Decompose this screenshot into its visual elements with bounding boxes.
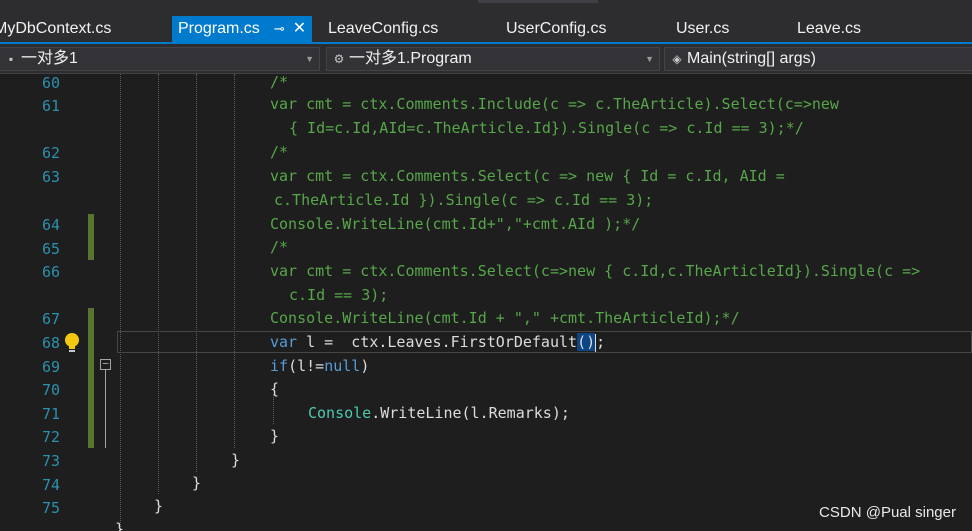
keyword-if: if (270, 357, 289, 375)
line-number-gutter: 60 61 62 63 64 65 66 67 68 69 70 71 72 7… (0, 74, 90, 531)
code-line-71[interactable]: Console.WriteLine(l.Remarks); (308, 402, 570, 424)
code-line-63-wrap[interactable]: c.TheArticle.Id }).Single(c => c.Id == 3… (274, 189, 653, 211)
keyword-null: null (324, 357, 361, 375)
tab-user[interactable]: User.cs (676, 16, 729, 42)
collapse-region-icon[interactable]: − (100, 358, 111, 370)
change-marker (88, 308, 94, 448)
tab-label: Leave.cs (797, 20, 862, 37)
tab-label: UserConfig.cs (506, 20, 607, 37)
change-marker (88, 214, 94, 260)
csharp-project-icon: ▪ (8, 52, 14, 66)
watermark: CSDN @Pual singer (819, 504, 956, 521)
line-number: 63 (41, 168, 60, 186)
code-text: (l!= (288, 357, 325, 375)
line-number: 61 (41, 97, 60, 115)
tab-userconfig[interactable]: UserConfig.cs (506, 16, 606, 42)
code-text: l = ctx.Leaves.FirstOrDefault (297, 333, 578, 351)
code-text: ) (360, 357, 370, 375)
document-tab-strip: MyDbContext.cs Program.cs ⊸ ✕ LeaveConfig.… (0, 0, 972, 44)
code-line-65[interactable]: /* (270, 236, 288, 258)
line-number: 69 (41, 358, 60, 376)
tab-leave[interactable]: Leave.cs (797, 16, 861, 42)
tab-label: Program.cs (178, 20, 260, 37)
chevron-down-icon: ▼ (305, 54, 314, 64)
method-icon: ◈ (672, 52, 682, 66)
code-line-75[interactable]: } (154, 495, 163, 517)
indent-guide (120, 74, 121, 531)
tab-program[interactable]: Program.cs ⊸ ✕ (172, 16, 313, 42)
code-editor[interactable]: 60 61 62 63 64 65 66 67 68 69 70 71 72 7… (0, 74, 972, 531)
chevron-down-icon: ▼ (645, 54, 654, 64)
class-icon: ⚙ (333, 52, 345, 66)
line-number: 70 (41, 381, 60, 399)
indent-guide (234, 74, 235, 448)
code-line-69[interactable]: if(l!=null) (270, 355, 369, 377)
type-console: Console (308, 404, 372, 422)
tab-label: LeaveConfig.cs (328, 20, 439, 37)
code-line-76[interactable]: } (115, 518, 124, 531)
indent-guide (196, 74, 197, 472)
indent-guide (158, 74, 159, 494)
tab-leaveconfig[interactable]: LeaveConfig.cs (328, 16, 438, 42)
lightbulb-icon[interactable] (63, 332, 81, 354)
code-line-68[interactable]: var l = ctx.Leaves.FirstOrDefault(); (270, 331, 605, 353)
line-number: 67 (41, 310, 60, 328)
code-text: .WriteLine(l.Remarks); (371, 404, 570, 422)
line-number: 72 (41, 428, 60, 446)
pin-icon[interactable]: ⊸ (274, 16, 285, 42)
visual-studio-window: MyDbContext.cs Program.cs ⊸ ✕ LeaveConfig.… (0, 0, 972, 531)
line-number: 66 (41, 263, 60, 281)
class-dropdown[interactable]: ⚙ 一对多1.Program ▼ (326, 47, 660, 71)
project-dropdown[interactable]: ▪ 一对多1 ▼ (0, 47, 320, 71)
line-number: 74 (41, 476, 60, 494)
code-text: ; (596, 333, 606, 351)
class-name: 一对多1.Program (349, 50, 472, 67)
code-line-72[interactable]: } (270, 425, 279, 447)
tab-label: MyDbContext.cs (0, 20, 112, 37)
line-number: 60 (41, 74, 60, 92)
code-line-74[interactable]: } (192, 472, 201, 494)
tab-strip-scroll-indicator (478, 0, 598, 3)
line-number: 65 (41, 240, 60, 258)
code-line-67[interactable]: Console.WriteLine(cmt.Id + "," +cmt.TheA… (270, 307, 740, 329)
line-number: 68 (41, 334, 60, 352)
matched-brace-highlight: () (577, 333, 596, 351)
code-line-61[interactable]: var cmt = ctx.Comments.Include(c => c.Th… (270, 93, 839, 115)
member-name: Main(string[] args) (687, 50, 816, 67)
line-number: 73 (41, 452, 60, 470)
code-line-73[interactable]: } (231, 449, 240, 471)
region-outline (105, 370, 106, 448)
keyword-var: var (270, 333, 298, 351)
code-line-61-wrap[interactable]: { Id=c.Id,AId=c.TheArticle.Id}).Single(c… (289, 117, 804, 139)
project-name: 一对多1 (21, 50, 78, 67)
line-number: 71 (41, 405, 60, 423)
line-number: 75 (41, 499, 60, 517)
member-dropdown[interactable]: ◈ Main(string[] args) (664, 47, 972, 71)
line-number: 62 (41, 144, 60, 162)
tab-label: User.cs (676, 20, 730, 37)
code-line-64[interactable]: Console.WriteLine(cmt.Id+","+cmt.AId );*… (270, 213, 640, 235)
line-number: 64 (41, 216, 60, 234)
code-line-63[interactable]: var cmt = ctx.Comments.Select(c => new {… (270, 165, 785, 187)
close-icon[interactable]: ✕ (293, 16, 306, 42)
code-line-60[interactable]: /* (270, 74, 288, 93)
tab-mydbcontext[interactable]: MyDbContext.cs (0, 16, 111, 42)
code-line-66-wrap[interactable]: c.Id == 3); (289, 284, 388, 306)
code-line-62[interactable]: /* (270, 141, 288, 163)
navigation-bar: ▪ 一对多1 ▼ ⚙ 一对多1.Program ▼ ◈ Main(string[] a… (0, 44, 972, 74)
code-line-66[interactable]: var cmt = ctx.Comments.Select(c=>new { c… (270, 260, 920, 282)
code-line-70[interactable]: { (270, 378, 279, 400)
